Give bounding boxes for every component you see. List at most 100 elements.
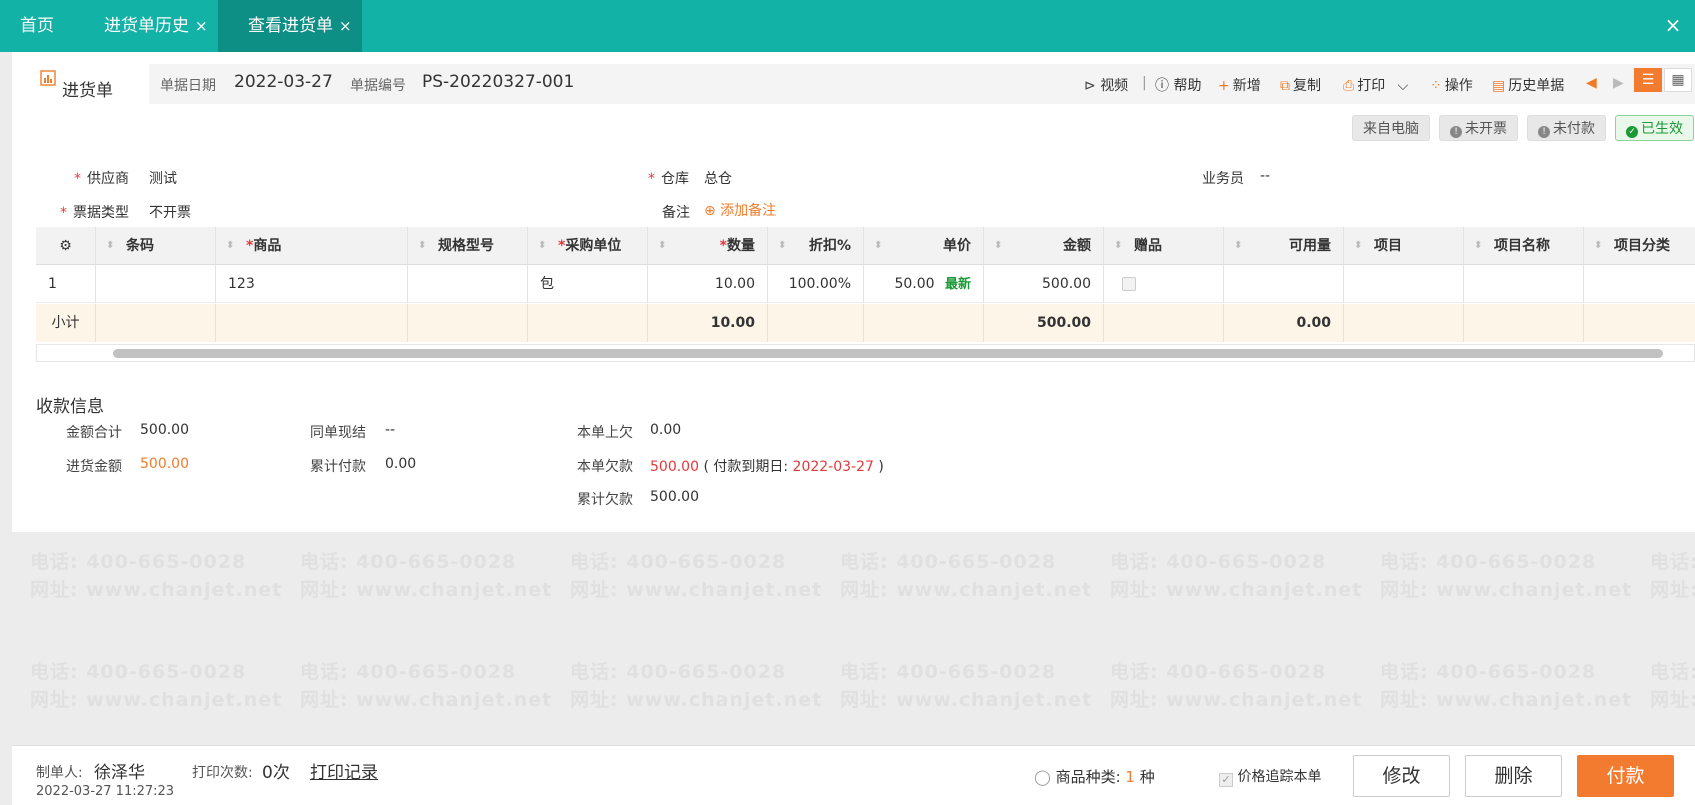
header-spec[interactable]: ⬍ 规格型号 — [408, 227, 528, 265]
doc-date: 2022-03-27 — [234, 72, 333, 92]
header-label: 项目分类 — [1614, 238, 1670, 254]
watermark-phone: 电话: 400-665-0028 — [570, 551, 787, 573]
header-gift[interactable]: ⬍ 赠品 — [1104, 227, 1224, 265]
purchase-amount-value: 500.00 — [140, 456, 189, 472]
help-label: 帮助 — [1173, 78, 1202, 94]
operate-button[interactable]: ⁘ 操作 — [1430, 75, 1473, 95]
chevron-down-icon[interactable]: ⌵ — [1398, 78, 1409, 94]
due-date: 2022-03-27 — [792, 459, 874, 475]
header-qty[interactable]: ⬍ *数量 — [648, 227, 768, 265]
cash-label: 同单现结 — [310, 425, 366, 441]
print-log-link[interactable]: 打印记录 — [310, 758, 378, 783]
header-label: 可用量 — [1289, 238, 1331, 254]
new-button[interactable]: + 新增 — [1218, 75, 1261, 95]
salesman-value[interactable]: -- — [1260, 168, 1270, 184]
latest-price-tag: 最新 — [944, 277, 971, 292]
chart-icon — [40, 70, 56, 86]
header-label: 数量 — [727, 238, 755, 254]
cell-project-category[interactable] — [1584, 265, 1695, 303]
watermark-phone: 电话: 400-665-0028 — [840, 661, 1057, 683]
header-discount[interactable]: ⬍ 折扣% — [768, 227, 864, 265]
close-icon[interactable]: × — [195, 17, 208, 35]
subtotal-available: 0.00 — [1224, 304, 1344, 342]
effective-status-label: 已生效 — [1641, 121, 1683, 137]
header-unit[interactable]: ⬍ *采购单位 — [528, 227, 648, 265]
watermark-site: 网址: www.chanjet.net — [300, 689, 553, 711]
bill-type-value[interactable]: 不开票 — [149, 202, 191, 222]
header-project-name[interactable]: ⬍ 项目名称 — [1464, 227, 1584, 265]
horizontal-scrollbar[interactable] — [36, 344, 1695, 362]
next-arrow-icon[interactable]: ▶ — [1613, 75, 1624, 91]
paid-value: 0.00 — [385, 456, 417, 472]
document-icon: ▤ — [1492, 78, 1506, 94]
printer-icon: ⎙ — [1343, 78, 1355, 94]
salesman-label: 业务员 — [1202, 171, 1244, 187]
subtotal-cell — [1344, 304, 1464, 342]
header-project[interactable]: ⬍ 项目 — [1344, 227, 1464, 265]
add-note-button[interactable]: ⊕ 添加备注 — [704, 200, 776, 220]
tab-label: 首页 — [20, 16, 54, 36]
copy-button[interactable]: ⧉ 复制 — [1280, 75, 1321, 95]
gift-checkbox[interactable] — [1122, 277, 1136, 291]
owe-amount: 500.00 — [650, 459, 699, 475]
card-view-icon[interactable]: ▦ — [1664, 68, 1692, 92]
edit-button[interactable]: 修改 — [1353, 755, 1450, 797]
warehouse-value[interactable]: 总仓 — [704, 168, 732, 188]
subtotal-cell — [1464, 304, 1584, 342]
table-row[interactable]: 1 123 包 10.00 100.00% 50.00 最新 500.00 — [36, 265, 1695, 303]
kinds-value: 1 — [1125, 768, 1135, 786]
header-barcode[interactable]: ⬍ 条码 — [96, 227, 216, 265]
cell-unit[interactable]: 包 — [528, 265, 648, 303]
tab-home[interactable]: 首页 — [0, 0, 78, 52]
cell-barcode[interactable] — [96, 265, 216, 303]
new-label: 新增 — [1232, 78, 1261, 94]
pay-button[interactable]: 付款 — [1577, 755, 1674, 797]
header-product[interactable]: ⬍ *商品 — [216, 227, 408, 265]
payment-status-badge: ! 未付款 — [1527, 115, 1606, 141]
note-label: 备注 — [662, 205, 690, 221]
help-button[interactable]: ⓘ 帮助 — [1155, 75, 1201, 95]
list-view-icon[interactable]: ☰ — [1634, 68, 1662, 92]
close-icon[interactable]: × — [339, 17, 352, 35]
delete-button[interactable]: 删除 — [1465, 755, 1562, 797]
watermark-phone: 电话: 400-665-0028 — [840, 551, 1057, 573]
window-close-icon[interactable]: × — [1651, 0, 1695, 52]
header-label: 条码 — [126, 238, 154, 254]
sort-icon: ⬍ — [418, 240, 427, 251]
history-button[interactable]: ▤ 历史单据 — [1492, 75, 1564, 95]
sort-icon: ⬍ — [106, 240, 115, 251]
watermark-phone: 电话: 400-665-0028 — [30, 551, 247, 573]
watermark-site: 网址: www.chanjet.net — [300, 579, 553, 601]
cell-project[interactable] — [1344, 265, 1464, 303]
cell-project-name[interactable] — [1464, 265, 1584, 303]
tab-view-purchase-order[interactable]: 查看进货单 × — [218, 0, 362, 52]
header-label: 赠品 — [1134, 238, 1162, 254]
column-settings-icon[interactable]: ⚙ — [36, 227, 96, 265]
header-amount[interactable]: ⬍ 金额 — [984, 227, 1104, 265]
tab-purchase-history[interactable]: 进货单历史 × — [84, 0, 218, 52]
bill-type-label: * 票据类型 — [60, 205, 129, 221]
supplier-value[interactable]: 测试 — [149, 168, 177, 188]
cell-discount[interactable]: 100.00% — [768, 265, 864, 303]
cell-product[interactable]: 123 — [216, 265, 408, 303]
checkbox-icon[interactable]: ✓ — [1219, 773, 1233, 787]
prev-arrow-icon[interactable]: ◀ — [1586, 75, 1597, 91]
cell-qty[interactable]: 10.00 — [648, 265, 768, 303]
print-button[interactable]: ⎙ 打印 ⌵ — [1343, 75, 1408, 95]
header-available[interactable]: ⬍ 可用量 — [1224, 227, 1344, 265]
scrollbar-thumb[interactable] — [113, 349, 1663, 358]
header-price[interactable]: ⬍ 单价 — [864, 227, 984, 265]
cell-price[interactable]: 50.00 最新 — [864, 265, 984, 303]
price-trace-option[interactable]: ✓ 价格追踪本单 — [1219, 766, 1321, 787]
history-label: 历史单据 — [1508, 78, 1565, 94]
cell-amount[interactable]: 500.00 — [984, 265, 1104, 303]
toolbar-divider: | — [1142, 75, 1147, 91]
header-label: 项目名称 — [1494, 238, 1550, 254]
cell-spec[interactable] — [408, 265, 528, 303]
video-button[interactable]: ⊳ 视频 — [1084, 75, 1128, 95]
number-label: 单据编号 — [350, 78, 406, 94]
watermark-phone: 电话: 400-665-0028 — [570, 661, 787, 683]
cell-gift[interactable] — [1104, 265, 1224, 303]
kinds-label: 商品种类: — [1055, 768, 1121, 786]
header-project-category[interactable]: ⬍ 项目分类 — [1584, 227, 1695, 265]
